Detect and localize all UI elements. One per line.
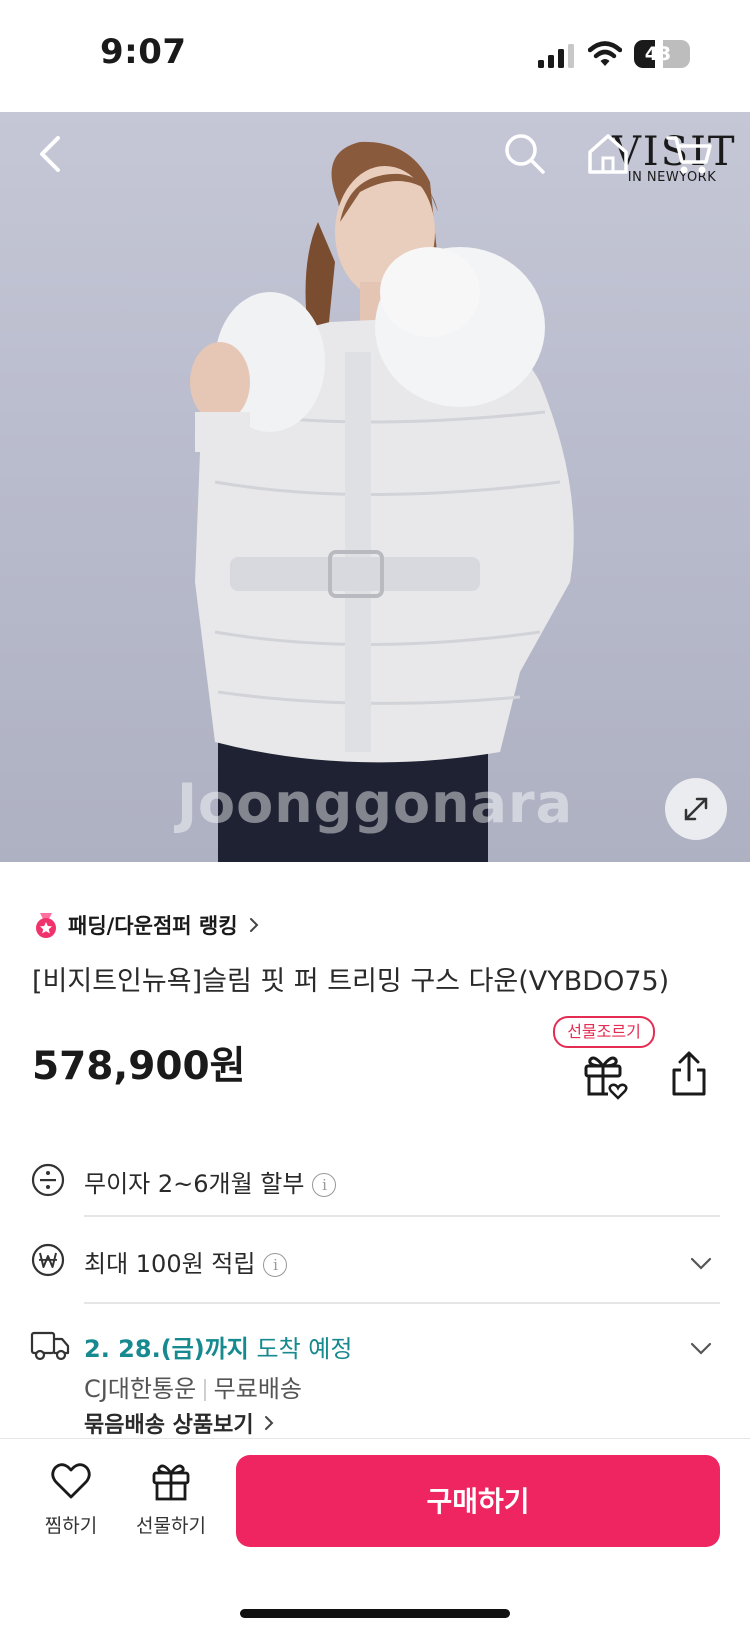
installment-text: 무이자 2~6개월 할부 (84, 1170, 305, 1198)
info-icon[interactable]: i (312, 1173, 337, 1197)
points-text: 최대 100원 적립 (84, 1250, 256, 1278)
cellular-signal-icon (538, 44, 574, 68)
divide-icon (31, 1163, 65, 1197)
separator (204, 1379, 206, 1401)
expand-image-button[interactable] (665, 778, 727, 840)
medal-icon (36, 913, 56, 938)
share-icon (672, 1051, 706, 1096)
divider (84, 1302, 720, 1304)
wishlist-button[interactable]: 찜하기 (26, 1459, 116, 1538)
installment-row: 무이자 2~6개월 할부 i (0, 1150, 750, 1210)
battery-icon: 43 (634, 40, 690, 70)
delivery-carrier: CJ대한통운 (84, 1375, 197, 1403)
search-button[interactable] (495, 124, 555, 184)
info-icon[interactable]: i (263, 1253, 288, 1277)
back-button[interactable] (20, 124, 80, 184)
cart-button[interactable] (660, 124, 720, 184)
buy-button[interactable]: 구매하기 (236, 1455, 720, 1547)
gift-request-button[interactable] (578, 1048, 630, 1100)
gift-heart-icon (584, 1056, 628, 1100)
wifi-icon (588, 41, 622, 66)
bundle-link[interactable]: 묶음배송 상품보기 (84, 1407, 278, 1439)
heart-icon (51, 1463, 91, 1499)
delivery-arrival: 도착 예정 (248, 1335, 353, 1363)
gift-request-badge[interactable]: 선물조르기 (553, 1016, 655, 1048)
product-image[interactable]: VISIT IN NEWYORK Joonggonara (0, 112, 750, 862)
chevron-down-icon[interactable] (688, 1335, 714, 1361)
home-icon (588, 134, 628, 174)
bottom-action-bar: 찜하기 선물하기 구매하기 (0, 1438, 750, 1627)
search-icon (505, 134, 545, 174)
delivery-truck-icon (30, 1331, 70, 1361)
battery-percent: 43 (644, 43, 672, 65)
status-time: 9:07 (100, 32, 187, 72)
delivery-shipping: 무료배송 (213, 1375, 302, 1403)
ranking-label: 패딩/다운점퍼 랭킹 (68, 914, 238, 938)
gift-button[interactable]: 선물하기 (126, 1459, 216, 1538)
ranking-link[interactable]: 패딩/다운점퍼 랭킹 (32, 905, 264, 945)
wishlist-label: 찜하기 (44, 1515, 98, 1537)
cart-icon (666, 136, 712, 174)
chevron-down-icon[interactable] (688, 1250, 714, 1276)
home-indicator (240, 1609, 510, 1618)
product-photo (190, 141, 574, 862)
product-price: 578,900원 (32, 1044, 246, 1089)
chevron-right-icon (249, 918, 258, 932)
divider (84, 1215, 720, 1217)
gift-label: 선물하기 (136, 1515, 206, 1537)
won-coin-icon (31, 1243, 65, 1277)
back-arrow-icon (40, 136, 60, 172)
delivery-date: 2. 28.(금)까지 (84, 1335, 249, 1363)
watermark: Joonggonara (176, 772, 574, 835)
home-button[interactable] (578, 124, 638, 184)
expand-icon (684, 797, 708, 821)
points-row[interactable]: 최대 100원 적립 i (0, 1230, 750, 1290)
battery-cap (685, 50, 689, 59)
product-title: [비지트인뉴욕]슬림 핏 퍼 트리밍 구스 다운(VYBDO75) (32, 966, 670, 997)
chevron-right-icon (264, 1416, 274, 1430)
share-button[interactable] (664, 1048, 714, 1100)
bundle-link-label: 묶음배송 상품보기 (84, 1413, 254, 1438)
status-bar: 9:07 43 (0, 0, 750, 112)
gift-icon (152, 1464, 190, 1501)
delivery-row[interactable]: 2. 28.(금)까지 도착 예정 CJ대한통운 무료배송 묶음배송 상품보기 (0, 1315, 750, 1438)
